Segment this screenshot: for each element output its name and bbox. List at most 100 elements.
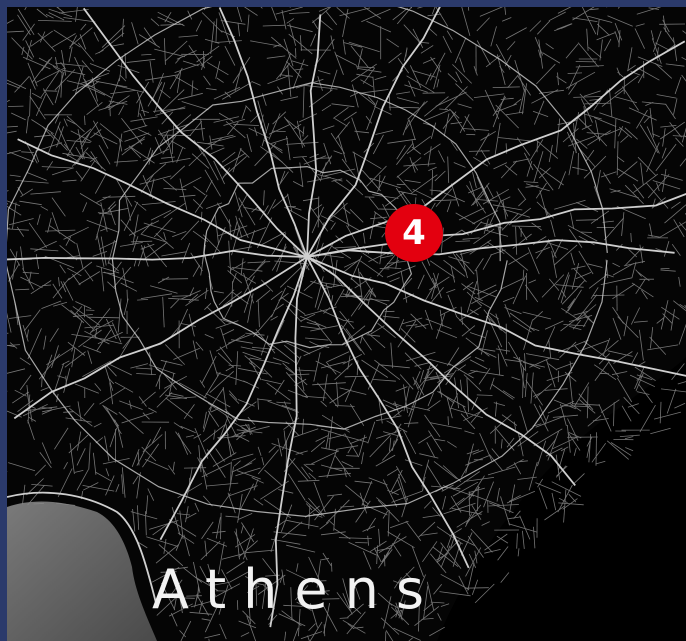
- minor-street: [392, 542, 402, 557]
- minor-street: [204, 633, 221, 639]
- minor-street: [7, 202, 9, 205]
- minor-street: [568, 135, 595, 147]
- minor-street: [473, 93, 505, 98]
- minor-street: [578, 235, 595, 246]
- minor-street: [282, 521, 303, 539]
- minor-street: [124, 194, 132, 221]
- minor-street: [462, 237, 480, 240]
- minor-street: [12, 251, 18, 280]
- minor-street: [142, 242, 168, 261]
- minor-street: [79, 193, 102, 207]
- minor-street: [384, 191, 406, 207]
- minor-street: [379, 268, 390, 270]
- minor-street: [143, 27, 157, 46]
- minor-street: [141, 446, 157, 462]
- minor-street: [470, 528, 493, 553]
- minor-street: [311, 450, 340, 465]
- minor-street: [404, 179, 421, 183]
- minor-street: [130, 240, 153, 243]
- minor-street: [243, 7, 258, 16]
- minor-street: [36, 8, 48, 18]
- location-marker[interactable]: 4: [385, 204, 443, 262]
- minor-street: [216, 77, 224, 83]
- minor-street: [215, 61, 221, 79]
- minor-street: [550, 219, 556, 238]
- minor-street: [58, 277, 60, 287]
- minor-street: [206, 306, 226, 325]
- minor-street: [669, 122, 682, 138]
- minor-street: [431, 169, 433, 196]
- minor-street: [229, 393, 240, 404]
- minor-street: [164, 40, 188, 62]
- minor-street: [366, 20, 392, 33]
- minor-street: [523, 181, 539, 183]
- minor-street: [34, 134, 51, 138]
- minor-street: [228, 390, 238, 401]
- minor-street: [573, 96, 604, 98]
- minor-street: [388, 52, 402, 64]
- minor-street: [500, 439, 503, 449]
- minor-street: [647, 344, 679, 351]
- minor-street: [507, 41, 516, 51]
- minor-street: [280, 504, 293, 532]
- minor-street: [504, 7, 507, 15]
- minor-street: [7, 149, 21, 155]
- minor-street: [454, 37, 467, 63]
- map-view[interactable]: 4 Athens: [7, 7, 686, 641]
- minor-street: [372, 379, 396, 382]
- minor-street: [633, 173, 659, 193]
- minor-street: [493, 162, 508, 170]
- minor-street: [30, 280, 52, 295]
- minor-street: [177, 92, 203, 101]
- minor-street: [536, 140, 538, 153]
- minor-street: [654, 62, 673, 79]
- city-name-label: Athens: [152, 558, 441, 621]
- minor-street: [288, 373, 310, 376]
- minor-street: [227, 492, 236, 514]
- minor-street: [130, 511, 158, 520]
- minor-street: [528, 279, 537, 284]
- minor-street: [26, 329, 29, 339]
- minor-street: [107, 363, 132, 376]
- minor-street: [370, 216, 388, 220]
- minor-street: [586, 386, 589, 419]
- minor-street: [7, 190, 9, 192]
- minor-street: [7, 228, 29, 231]
- minor-street: [412, 188, 433, 200]
- minor-street: [28, 416, 37, 422]
- minor-street: [159, 89, 171, 99]
- minor-street: [260, 7, 263, 9]
- minor-street: [429, 422, 462, 430]
- minor-street: [208, 147, 225, 156]
- minor-street: [7, 368, 26, 374]
- minor-street: [245, 549, 275, 554]
- minor-street: [572, 17, 598, 22]
- minor-street: [662, 169, 667, 192]
- minor-street: [26, 40, 32, 60]
- minor-street: [560, 23, 573, 29]
- minor-street: [325, 431, 330, 449]
- minor-street: [44, 229, 76, 232]
- minor-street: [366, 334, 381, 337]
- minor-street: [575, 65, 604, 68]
- minor-street: [552, 414, 579, 418]
- minor-street: [220, 512, 222, 540]
- major-avenue: [82, 7, 308, 258]
- minor-street: [301, 135, 309, 143]
- minor-street: [88, 442, 91, 470]
- minor-street: [382, 399, 399, 408]
- minor-street: [673, 37, 678, 62]
- minor-street: [348, 541, 377, 556]
- minor-street: [649, 336, 667, 355]
- minor-street: [281, 404, 297, 411]
- minor-street: [403, 24, 422, 45]
- minor-street: [217, 202, 232, 227]
- minor-street: [16, 226, 25, 237]
- minor-street: [434, 438, 446, 442]
- minor-street: [519, 405, 528, 433]
- minor-street: [538, 167, 551, 179]
- minor-street: [247, 293, 254, 323]
- minor-street: [161, 111, 173, 125]
- minor-street: [119, 242, 143, 247]
- minor-street: [576, 115, 601, 140]
